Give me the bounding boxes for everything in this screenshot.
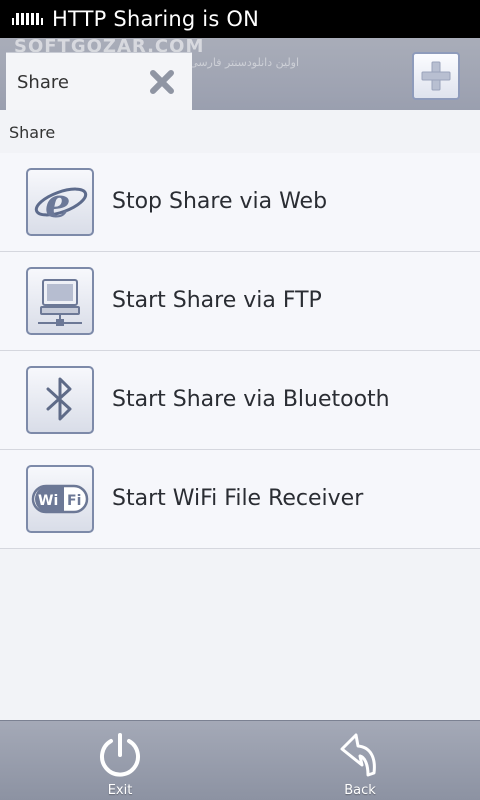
item-label: Start Share via FTP bbox=[112, 288, 322, 313]
add-tab-button[interactable] bbox=[412, 52, 460, 100]
plus-icon bbox=[421, 61, 451, 91]
http-sharing-icon bbox=[12, 13, 43, 25]
bluetooth-icon bbox=[26, 366, 94, 434]
item-label: Start WiFi File Receiver bbox=[112, 486, 364, 511]
power-icon bbox=[100, 733, 140, 777]
close-icon[interactable] bbox=[148, 68, 176, 96]
tab-header: SOFTGOZAR.COM اولین دانلودسنتر فارسی وب … bbox=[0, 36, 480, 110]
tab-label: Share bbox=[17, 72, 69, 93]
share-list: e Stop Share via Web Start Share via FTP bbox=[0, 153, 480, 549]
svg-text:Wi: Wi bbox=[38, 493, 58, 509]
tab-share[interactable]: Share bbox=[6, 52, 192, 110]
svg-text:e: e bbox=[45, 180, 70, 227]
status-bar: HTTP Sharing is ON bbox=[0, 0, 480, 38]
exit-label: Exit bbox=[107, 783, 133, 798]
item-label: Start Share via Bluetooth bbox=[112, 387, 390, 412]
bottom-toolbar: Exit Back bbox=[0, 720, 480, 800]
content-area: Share e Stop Share via Web Start Share v… bbox=[0, 110, 480, 720]
back-arrow-icon bbox=[340, 733, 376, 777]
network-computer-icon bbox=[26, 267, 94, 335]
list-item-share-bluetooth[interactable]: Start Share via Bluetooth bbox=[0, 351, 480, 450]
svg-text:Fi: Fi bbox=[67, 493, 81, 509]
exit-button[interactable]: Exit bbox=[60, 721, 180, 800]
item-label: Stop Share via Web bbox=[112, 189, 328, 214]
back-button[interactable]: Back bbox=[300, 721, 420, 800]
list-item-share-web[interactable]: e Stop Share via Web bbox=[0, 153, 480, 252]
list-item-share-ftp[interactable]: Start Share via FTP bbox=[0, 252, 480, 351]
internet-explorer-icon: e bbox=[26, 168, 94, 236]
status-text: HTTP Sharing is ON bbox=[52, 7, 259, 31]
wifi-icon: Wi Fi bbox=[26, 465, 94, 533]
back-label: Back bbox=[344, 783, 376, 798]
list-item-wifi-receiver[interactable]: Wi Fi Start WiFi File Receiver bbox=[0, 450, 480, 549]
section-title: Share bbox=[9, 123, 56, 142]
